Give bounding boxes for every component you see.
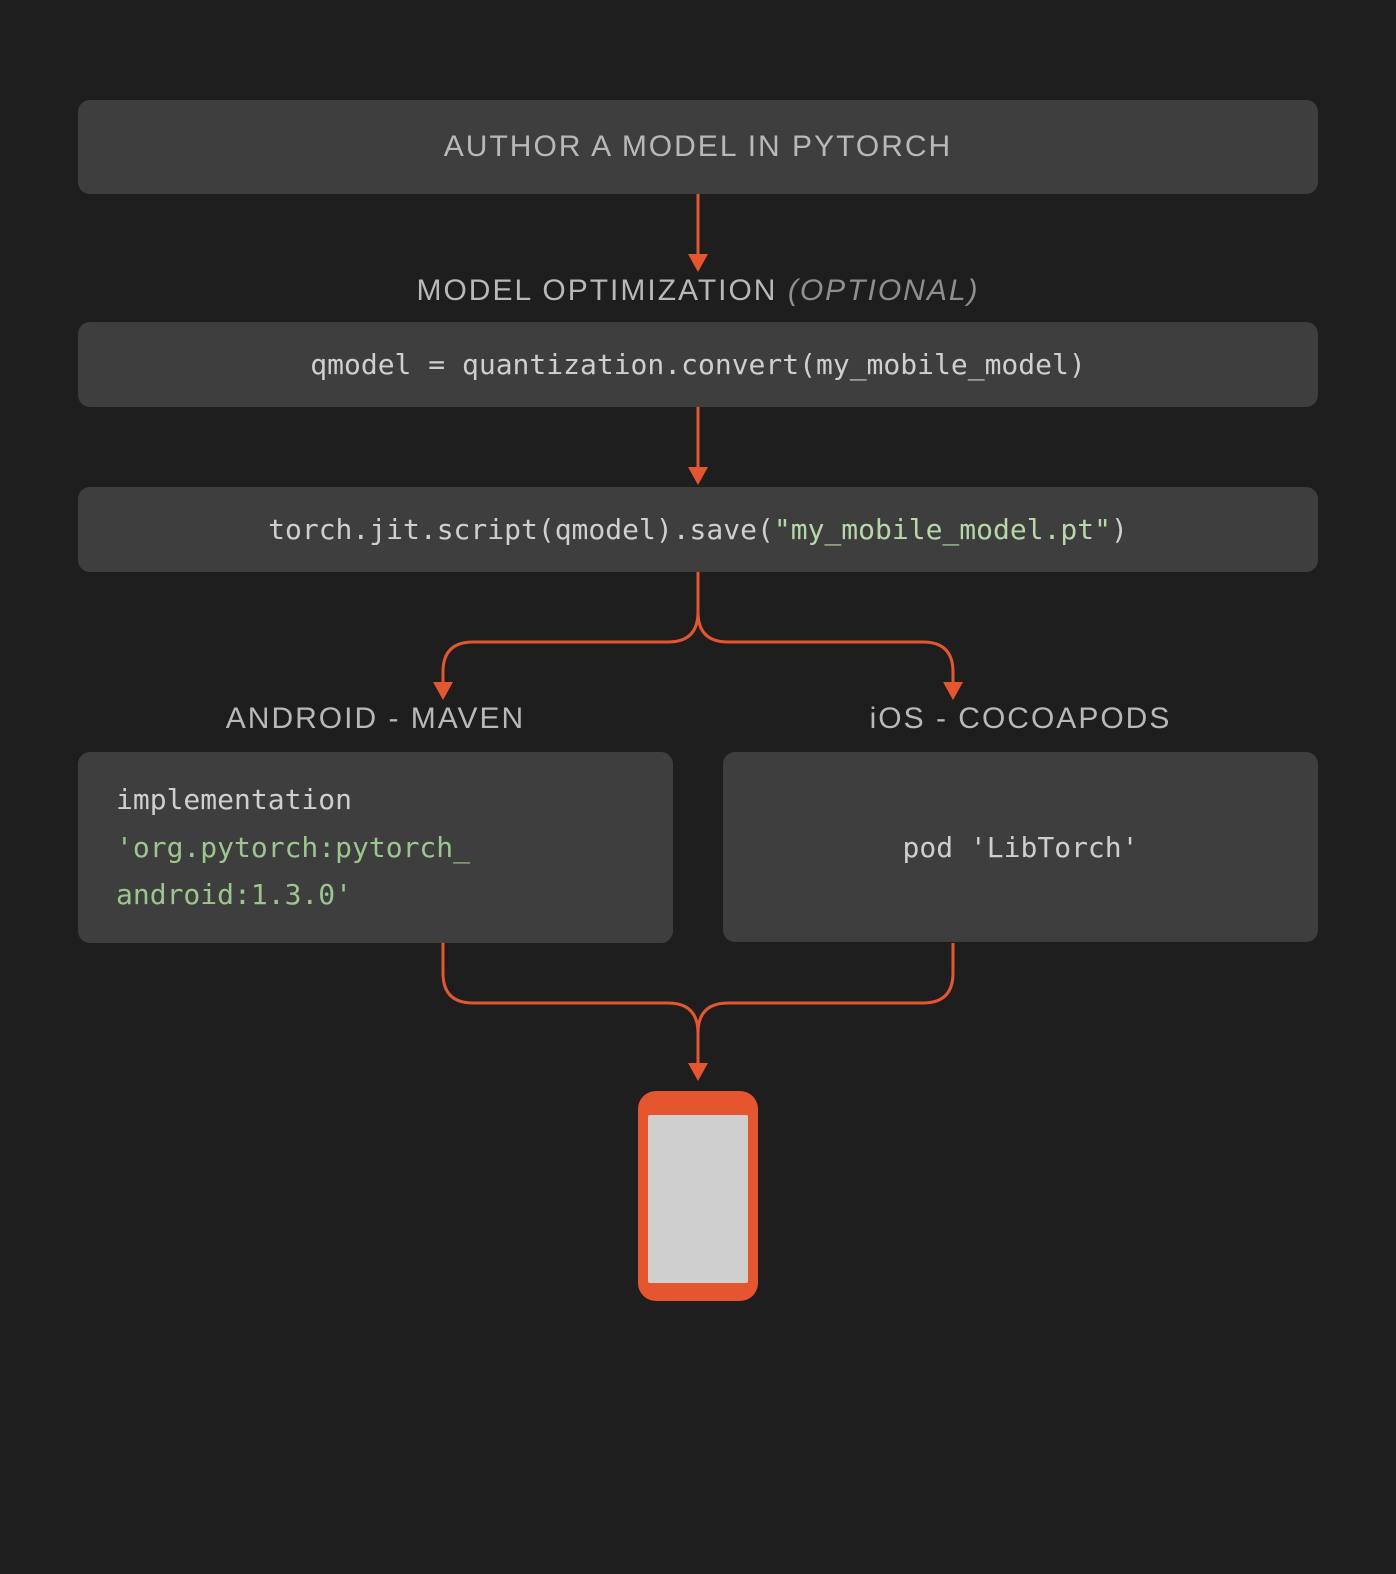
script-code-suffix: )	[1111, 513, 1128, 546]
android-code-line3: android:1.3.0'	[116, 871, 470, 919]
arrow-merge	[78, 943, 1318, 1083]
android-code-line1: implementation	[116, 776, 470, 824]
fork-ios-box: pod 'LibTorch'	[723, 752, 1318, 942]
arrow-2	[78, 407, 1318, 487]
step-author-label: AUTHOR A MODEL IN PYTORCH	[444, 130, 952, 163]
step-author-box: AUTHOR A MODEL IN PYTORCH	[78, 100, 1318, 194]
fork-row: ANDROID - MAVEN implementation 'org.pyto…	[78, 702, 1318, 943]
optimization-optional: (OPTIONAL)	[788, 274, 980, 307]
script-code-str: "my_mobile_model.pt"	[774, 513, 1111, 546]
arrow-fork-down	[78, 572, 1318, 702]
script-code-prefix: torch.jit.script(qmodel).save(	[268, 513, 774, 546]
android-code-line2: 'org.pytorch:pytorch_	[116, 824, 470, 872]
step-script-box: torch.jit.script(qmodel).save("my_mobile…	[78, 487, 1318, 572]
quantize-code: qmodel = quantization.convert(my_mobile_…	[310, 348, 1085, 381]
ios-code-str: 'LibTorch'	[970, 831, 1139, 864]
phone-screen	[648, 1115, 748, 1283]
fork-ios-label: iOS - COCOAPODS	[870, 702, 1172, 736]
ios-code-prefix: pod	[902, 831, 969, 864]
phone-icon	[638, 1091, 758, 1301]
optimization-text: MODEL OPTIMIZATION	[416, 274, 777, 307]
fork-android-col: ANDROID - MAVEN implementation 'org.pyto…	[78, 702, 673, 943]
fork-android-label: ANDROID - MAVEN	[226, 702, 525, 736]
fork-android-box: implementation 'org.pytorch:pytorch_ and…	[78, 752, 673, 943]
step-optimization-label: MODEL OPTIMIZATION (OPTIONAL)	[78, 274, 1318, 308]
step-quantize-box: qmodel = quantization.convert(my_mobile_…	[78, 322, 1318, 407]
arrow-1	[78, 194, 1318, 274]
phone-icon-wrap	[78, 1091, 1318, 1301]
fork-ios-col: iOS - COCOAPODS pod 'LibTorch'	[723, 702, 1318, 943]
